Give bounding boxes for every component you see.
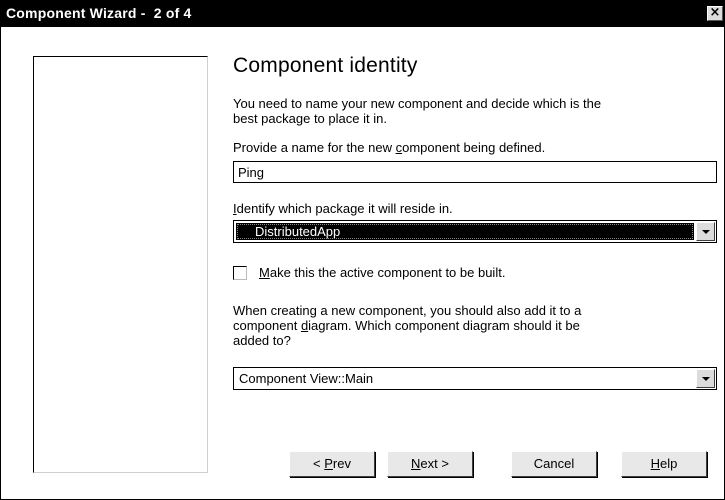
close-icon[interactable]: ×: [707, 6, 723, 21]
diagram-dropdown[interactable]: Component View::Main: [233, 367, 717, 390]
package-selected-value: DistributedApp: [236, 223, 694, 240]
diagram-dropdown-chevron-down-icon[interactable]: [696, 369, 715, 388]
wizard-image-panel: [33, 56, 208, 473]
diagram-line-2: component diagram. Which component diagr…: [233, 318, 580, 333]
name-field-label: Provide a name for the new component bei…: [233, 140, 546, 155]
active-component-checkbox[interactable]: [233, 266, 247, 280]
diagram-instructions: When creating a new component, you shoul…: [233, 303, 581, 348]
component-wizard-window: Component Wizard - 2 of 4 × Component id…: [0, 0, 725, 500]
package-dropdown[interactable]: DistributedApp: [233, 220, 717, 243]
next-button[interactable]: Next >: [387, 451, 473, 477]
intro-line-2: best package to place it in.: [233, 111, 387, 126]
component-name-input[interactable]: Ping: [233, 161, 717, 183]
help-button[interactable]: Help: [621, 451, 707, 477]
intro-text: You need to name your new component and …: [233, 96, 601, 126]
title-bar[interactable]: Component Wizard - 2 of 4 ×: [1, 1, 724, 27]
cancel-button[interactable]: Cancel: [511, 451, 597, 477]
diagram-selected-value: Component View::Main: [239, 371, 374, 386]
diagram-line-1: When creating a new component, you shoul…: [233, 303, 582, 318]
package-dropdown-chevron-down-icon[interactable]: [696, 222, 715, 241]
page-title: Component identity: [233, 54, 418, 77]
active-component-checkbox-label[interactable]: Make this the active component to be bui…: [259, 265, 505, 280]
package-label: Identify which package it will reside in…: [233, 201, 453, 216]
prev-button[interactable]: < Prev: [289, 451, 375, 477]
window-title: Component Wizard - 2 of 4: [6, 5, 192, 21]
intro-line-1: You need to name your new component and …: [233, 96, 602, 111]
diagram-line-3: added to?: [233, 333, 291, 348]
